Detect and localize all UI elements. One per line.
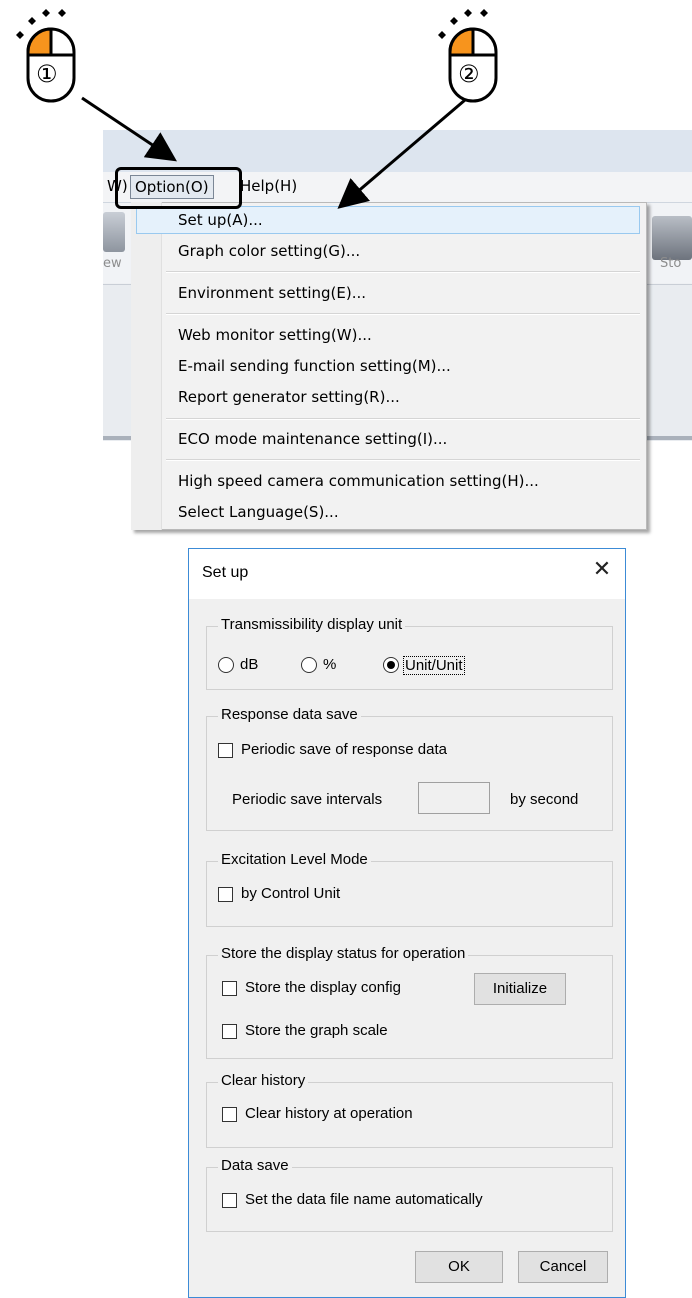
clear-history-label: Clear history at operation <box>245 1105 413 1122</box>
menu-item-high-speed-camera[interactable]: High speed camera communication setting(… <box>178 469 539 493</box>
response-save-title: Response data save <box>218 706 361 723</box>
cancel-button[interactable]: Cancel <box>518 1251 608 1283</box>
store-scale-label: Store the graph scale <box>245 1022 388 1039</box>
radio-db[interactable] <box>218 657 234 673</box>
menu-separator <box>166 418 640 420</box>
menu-item-graph-color[interactable]: Graph color setting(G)... <box>178 239 360 263</box>
store-config-label: Store the display config <box>245 979 401 996</box>
display-status-group <box>206 955 613 1059</box>
clear-history-title: Clear history <box>218 1072 309 1089</box>
dialog-titlebar <box>189 549 625 599</box>
radio-unit-unit-label: Unit/Unit <box>403 656 465 675</box>
toolbar-right-label: Sto <box>660 256 682 271</box>
mouse-left-click-icon <box>430 5 510 105</box>
control-unit-checkbox[interactable] <box>218 887 233 902</box>
periodic-save-label: Periodic save of response data <box>241 741 447 758</box>
radio-percent-label: % <box>323 656 337 673</box>
display-status-title: Store the display status for operation <box>218 945 469 962</box>
menu-separator <box>166 313 640 315</box>
store-scale-checkbox[interactable] <box>222 1024 237 1039</box>
menu-separator <box>166 271 640 273</box>
pointer-arrows <box>81 96 466 209</box>
close-icon[interactable]: ✕ <box>590 558 614 582</box>
dialog-title: Set up <box>202 564 249 581</box>
periodic-save-checkbox[interactable] <box>218 743 233 758</box>
menu-item-report[interactable]: Report generator setting(R)... <box>178 385 400 409</box>
radio-db-label: dB <box>240 656 259 673</box>
toolbar-left-label: ew <box>103 256 122 271</box>
control-unit-label: by Control Unit <box>241 885 341 902</box>
menu-icon-gutter <box>131 202 162 530</box>
ok-button[interactable]: OK <box>415 1251 503 1283</box>
transmissibility-title: Transmissibility display unit <box>218 616 406 633</box>
menu-separator <box>166 459 640 461</box>
menu-item-web-monitor[interactable]: Web monitor setting(W)... <box>178 323 372 347</box>
data-save-title: Data save <box>218 1157 292 1174</box>
interval-unit-label: by second <box>510 791 579 808</box>
step-2-label: ② <box>458 60 480 88</box>
radio-percent[interactable] <box>301 657 317 673</box>
menu-item-email[interactable]: E-mail sending function setting(M)... <box>178 354 451 378</box>
mouse-left-click-icon <box>8 5 88 105</box>
excitation-title: Excitation Level Mode <box>218 851 371 868</box>
menu-item-select-language[interactable]: Select Language(S)... <box>178 500 339 524</box>
interval-label: Periodic save intervals <box>232 791 383 808</box>
radio-unit-unit[interactable] <box>383 657 399 673</box>
initialize-button[interactable]: Initialize <box>474 973 566 1005</box>
step-1-label: ① <box>36 60 58 88</box>
arrow-2 <box>337 98 466 209</box>
arrow-1 <box>81 96 177 162</box>
interval-input[interactable] <box>418 782 490 814</box>
clear-history-checkbox[interactable] <box>222 1107 237 1122</box>
auto-filename-checkbox[interactable] <box>222 1193 237 1208</box>
menu-item-eco-mode[interactable]: ECO mode maintenance setting(I)... <box>178 427 447 451</box>
response-save-group <box>206 716 613 831</box>
auto-filename-label: Set the data file name automatically <box>245 1191 483 1208</box>
menu-item-environment[interactable]: Environment setting(E)... <box>178 281 366 305</box>
store-config-checkbox[interactable] <box>222 981 237 996</box>
